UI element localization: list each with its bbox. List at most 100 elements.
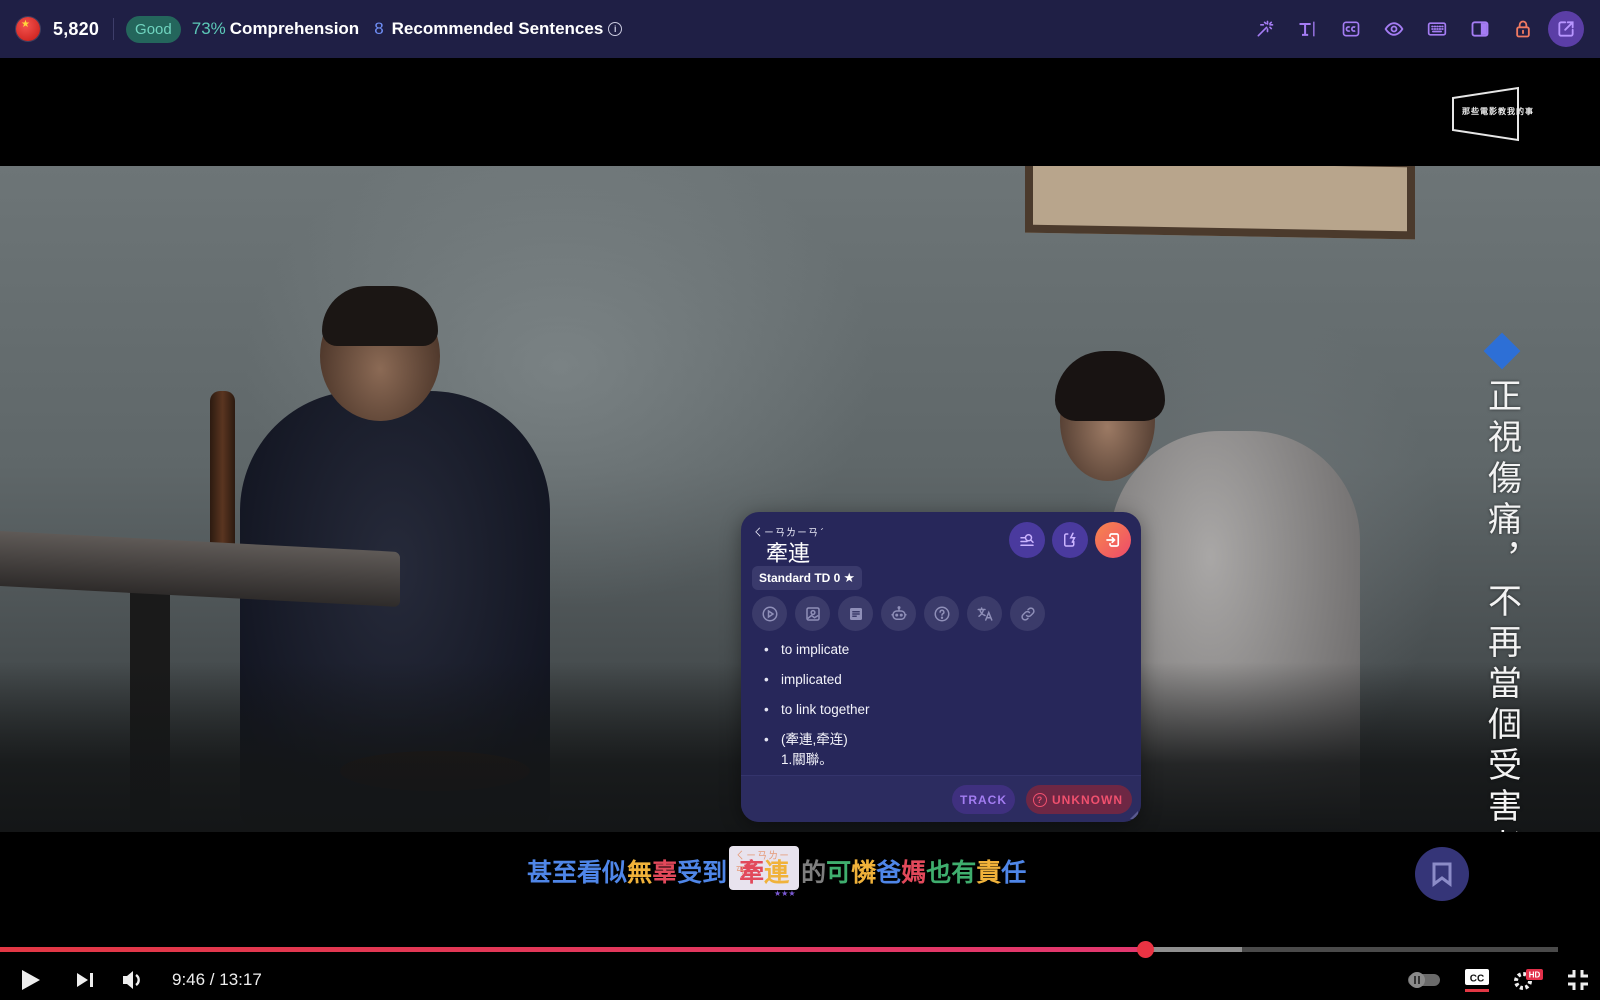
sign-in-button[interactable] — [1095, 522, 1131, 558]
eye-icon[interactable] — [1376, 11, 1412, 47]
translate-button[interactable] — [967, 596, 1002, 631]
notes-icon — [849, 607, 862, 620]
sidebar-toggle-icon[interactable] — [1462, 11, 1498, 47]
image-icon — [805, 606, 820, 621]
subtitle-char[interactable]: 至 — [552, 856, 577, 890]
man-hair — [322, 286, 438, 346]
search-lines-button[interactable] — [1009, 522, 1045, 558]
cc-text: CC — [1470, 974, 1484, 985]
help-icon — [934, 606, 949, 621]
time-display: 9:46 / 13:17 — [172, 970, 262, 989]
external-link-icon[interactable] — [1548, 11, 1584, 47]
progress-bar[interactable] — [0, 941, 1558, 958]
closed-captions-icon[interactable] — [1333, 11, 1369, 47]
play-audio-button[interactable] — [752, 596, 787, 631]
bottle — [210, 391, 235, 556]
highlight-zhuyin: ㄑㄧㄢㄌㄧㄢ — [735, 851, 791, 877]
word-headword: 牽連 — [766, 542, 811, 567]
next-button[interactable] — [72, 970, 98, 990]
standard-td-badge: Standard TD 0 ★ — [752, 566, 863, 590]
autoplay-toggle[interactable] — [1406, 971, 1442, 989]
subtitle-before: 甚至看似無辜受到 — [527, 856, 727, 890]
popup-header-actions — [1009, 522, 1131, 558]
definition-text: to link together — [781, 702, 870, 717]
star-icon: ★ — [843, 570, 856, 585]
comprehension-label: Comprehension — [229, 19, 360, 38]
edit-sparkle-button[interactable] — [1052, 522, 1088, 558]
popup-footer: TRACK ? UNKNOWN — [741, 775, 1141, 822]
definition-text: implicated — [781, 672, 842, 687]
player-controls: 9:46 / 13:17 CC HD — [0, 960, 1600, 1000]
toolbar-icons — [1247, 11, 1584, 47]
unknown-button[interactable]: ? UNKNOWN — [1026, 785, 1132, 814]
subtitle-char[interactable]: 受 — [677, 856, 702, 890]
top-bar: 5,820 Good 73% Comprehension 8 Recommend… — [0, 0, 1600, 58]
subtitle-char[interactable]: 甚 — [527, 856, 552, 890]
track-label: TRACK — [960, 792, 1007, 807]
image-button[interactable] — [795, 596, 830, 631]
settings-button[interactable]: HD — [1512, 967, 1544, 993]
captions-active-indicator — [1465, 989, 1489, 992]
subtitle-after: 的可憐爸媽也有責任 — [801, 856, 1026, 890]
channel-logo-text: 那些電影教我的事 — [1462, 106, 1534, 116]
standard-td-label: Standard TD 0 — [759, 571, 841, 585]
subtitle-char[interactable]: 爸 — [876, 856, 901, 890]
lock-icon[interactable] — [1505, 11, 1541, 47]
subtitle-line: 甚至看似無辜受到 ㄑㄧㄢㄌㄧㄢ 牽連 的可憐爸媽也有責任 — [527, 845, 1026, 890]
keyboard-icon[interactable] — [1419, 11, 1455, 47]
subtitle-char[interactable]: 可 — [826, 856, 851, 890]
word-rating-stars: ★★★ — [774, 889, 796, 898]
subtitle-char[interactable]: 到 — [702, 856, 727, 890]
subtitle-char[interactable]: 憐 — [851, 856, 876, 890]
subtitle-char[interactable]: 的 — [801, 856, 826, 890]
translate-icon — [977, 606, 992, 621]
dictionary-popup: ㄑㄧㄢㄌㄧㄢˊ 牽連 Standard TD 0 ★ • to implicat… — [741, 512, 1141, 822]
definition-text: to implicate — [781, 642, 850, 657]
subtitle-char[interactable]: 有 — [951, 856, 976, 890]
bookmark-icon — [1432, 862, 1452, 887]
robot-icon — [891, 605, 906, 620]
edit-sparkle-icon — [1064, 532, 1076, 547]
cc-icon: CC — [1465, 969, 1489, 985]
volume-button[interactable] — [118, 969, 148, 991]
recommended-count[interactable]: 8 — [374, 19, 383, 39]
subtitle-char[interactable]: 看 — [577, 856, 602, 890]
info-icon[interactable]: i — [608, 22, 623, 36]
level-badge: Good — [126, 15, 181, 43]
china-flag-icon[interactable] — [16, 17, 40, 41]
link-icon — [1020, 606, 1035, 621]
robot-button[interactable] — [881, 596, 916, 631]
subtitle-char[interactable]: 無 — [627, 856, 652, 890]
progress-scrubber[interactable] — [1137, 941, 1155, 958]
question-circle-icon: ? — [1033, 792, 1047, 807]
track-button[interactable]: TRACK — [952, 785, 1015, 814]
subtitle-highlighted-word[interactable]: ㄑㄧㄢㄌㄧㄢ 牽連 — [729, 846, 800, 890]
definition-item: implicated — [763, 672, 870, 688]
subtitle-char[interactable]: 辜 — [652, 856, 677, 890]
bookmark-button[interactable] — [1415, 847, 1469, 901]
subtitle-char[interactable]: 媽 — [901, 856, 926, 890]
woman-hair — [1055, 351, 1165, 421]
score-value: 5,820 — [53, 18, 100, 39]
captions-button[interactable]: CC — [1464, 968, 1490, 992]
help-button[interactable] — [924, 596, 959, 631]
subtitle-char[interactable]: 似 — [602, 856, 627, 890]
exit-fullscreen-button[interactable] — [1566, 968, 1590, 992]
subtitle-char[interactable]: 也 — [926, 856, 951, 890]
link-button[interactable] — [1010, 596, 1045, 631]
subtitle-char[interactable]: 任 — [1001, 856, 1026, 890]
play-audio-icon — [762, 606, 777, 621]
exit-fullscreen-icon — [1568, 970, 1588, 990]
subtitle-char[interactable]: 責 — [976, 856, 1001, 890]
text-cursor-icon[interactable] — [1290, 11, 1326, 47]
settings-hd-icon: HD — [1514, 969, 1543, 990]
painting — [1025, 166, 1415, 240]
play-button[interactable] — [18, 968, 44, 992]
magic-wand-icon[interactable] — [1247, 11, 1283, 47]
resize-handle[interactable] — [1130, 811, 1138, 819]
definition-item: (牽連,牵连) 1.關聯。 — [763, 732, 870, 768]
notes-button[interactable] — [838, 596, 873, 631]
sign-in-icon — [1106, 533, 1120, 547]
definition-subtext: 1.關聯。 — [781, 752, 833, 767]
recommended-sentences-label[interactable]: Recommended Sentences — [392, 19, 604, 39]
